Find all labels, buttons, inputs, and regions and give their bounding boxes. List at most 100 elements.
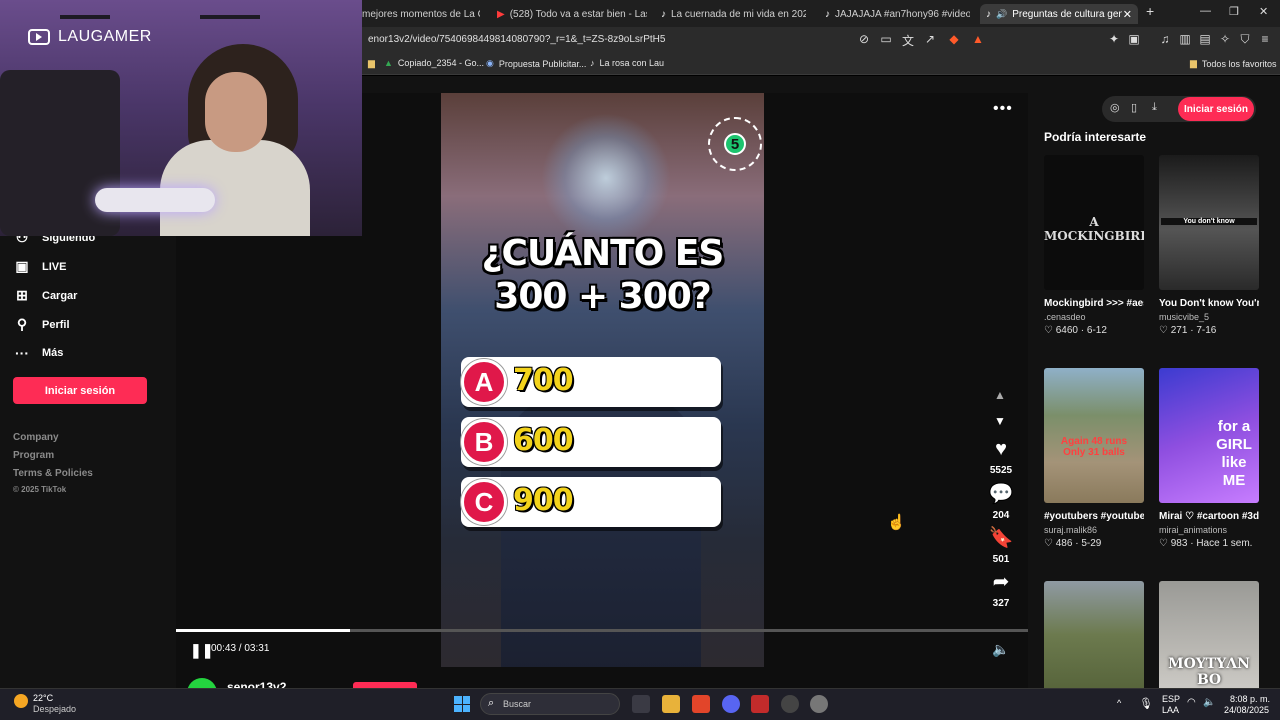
sidebar-item-upload[interactable]: ⊞ Cargar — [14, 287, 77, 304]
card-date: Hace 1 sem. — [1196, 538, 1253, 549]
restore-icon[interactable]: ❐ — [1229, 5, 1239, 18]
task-view-icon[interactable] — [632, 695, 650, 713]
close-icon[interactable]: ✕ — [1123, 8, 1132, 21]
card-stats: ♡ 486 · 5-29 — [1044, 538, 1102, 549]
card-description: Mirai ♡ #cartoon #3d #animeedits... — [1159, 511, 1259, 522]
discord-icon[interactable] — [722, 695, 740, 713]
card-stats: ♡ 271 · 7-16 — [1159, 325, 1217, 336]
recommended-video-card[interactable]: You don't know You Don't know You're Bea… — [1159, 155, 1259, 336]
language-indicator[interactable]: ESP — [1162, 694, 1180, 704]
sidebar-icon[interactable]: ▥ — [1177, 32, 1193, 46]
app-icon[interactable] — [810, 695, 828, 713]
download-icon[interactable]: ⤓ — [1152, 101, 1157, 114]
bookmark-item[interactable]: ♪ La rosa con Lau — [590, 58, 664, 68]
chevron-down-icon[interactable]: ▼ — [994, 414, 1006, 428]
more-options-button[interactable]: ••• — [993, 100, 1013, 118]
option-letter: B — [461, 419, 507, 465]
bookmark-label: La rosa con Lau — [599, 58, 665, 68]
speaker-icon[interactable]: 🔈 — [1203, 697, 1215, 708]
minimize-icon[interactable]: — — [1200, 5, 1211, 17]
browser-tab-active[interactable]: ♪ 🔊 Preguntas de cultura general ✕ — [980, 4, 1138, 24]
cast-icon[interactable]: ▭ — [878, 32, 894, 46]
folder-icon: ▆ — [1190, 58, 1197, 68]
like-button[interactable]: ♥ 5525 — [986, 438, 1016, 478]
sidebar-item-live[interactable]: ▣ LIVE — [14, 258, 66, 275]
footer-link-program[interactable]: Program — [13, 450, 54, 461]
share-count: 327 — [992, 598, 1010, 609]
bookmark-item[interactable]: ◉ Propuesta Publicitar... — [486, 58, 586, 69]
file-explorer-icon[interactable] — [662, 695, 680, 713]
option-letter: C — [461, 479, 507, 525]
pause-button[interactable]: ❚❚ — [190, 642, 213, 659]
top-login-button[interactable]: Iniciar sesión — [1178, 97, 1254, 121]
shelf — [200, 15, 260, 19]
all-bookmarks[interactable]: ▆ Todos los favoritos — [1190, 58, 1276, 69]
sidebar-item-more[interactable]: ··· Más — [14, 345, 63, 361]
url-field[interactable]: enor13v2/video/7540698449814080790?_r=1&… — [368, 34, 665, 45]
microphone-icon[interactable]: 🎙 — [1139, 697, 1153, 710]
chevron-up-icon[interactable]: ^ — [1117, 698, 1121, 708]
brave-shield-icon[interactable]: ◆ — [946, 32, 962, 46]
brave-browser-icon[interactable] — [692, 695, 710, 713]
upload-icon: ⊞ — [16, 287, 28, 303]
share-button[interactable]: ➦ 327 — [986, 571, 1016, 611]
bookmark-icon: 🔖 — [988, 527, 1014, 549]
login-button[interactable]: Iniciar sesión — [13, 377, 147, 404]
card-username: musicvibe_5 — [1159, 312, 1210, 322]
live-icon: ▣ — [15, 258, 29, 274]
video-frame[interactable]: 5 ¿CUÁNTO ES 300 + 300? A 700 B 600 C 90… — [441, 93, 764, 667]
browser-tab[interactable]: ▶ (528) Todo va a estar bien - Las Dom — [497, 4, 647, 24]
bookmark-item[interactable]: ▲ Copiado_2354 - Go... — [384, 58, 484, 68]
media-icon[interactable]: ♫ — [1157, 32, 1173, 46]
share-arrow-icon: ➦ — [992, 571, 1010, 593]
browser-tab[interactable]: mejores momentos de La Cobra — [362, 4, 480, 24]
video-thumbnail: Again 48 runs Only 31 balls — [1044, 368, 1144, 503]
browser-tab[interactable]: ♪ JAJAJAJA #an7hony96 #videoviral # — [825, 4, 970, 24]
question-line-2: 300 + 300? — [494, 276, 711, 317]
wifi-icon[interactable]: ◠ — [1187, 697, 1196, 708]
footer-link-company[interactable]: Company — [13, 432, 59, 443]
compass-icon[interactable]: ◎ — [1110, 101, 1120, 114]
no-eye-icon[interactable]: ⊘ — [856, 32, 872, 46]
card-stats: ♡ 6460 · 6-12 — [1044, 325, 1107, 336]
share-icon[interactable]: ↗ — [922, 32, 938, 46]
comment-button[interactable]: 💬 204 — [986, 483, 1016, 523]
tiktok-icon: ♪ — [590, 58, 595, 68]
browser-tab[interactable]: ♪ La cuernada de mi vida en 2023: risa — [661, 4, 806, 24]
vpn-icon[interactable]: ⛉ — [1237, 32, 1253, 47]
weather-icon[interactable] — [14, 694, 28, 708]
volume-button[interactable]: 🔈 — [992, 641, 1009, 658]
recommended-video-card[interactable]: A MOCKINGBIRD Mockingbird >>> #aesthetic… — [1044, 155, 1144, 336]
windows-start-button[interactable] — [454, 696, 470, 712]
card-stats: ♡ 983 · Hace 1 sem. — [1159, 538, 1253, 549]
footer-link-terms[interactable]: Terms & Policies — [13, 468, 93, 479]
leo-icon[interactable]: ✧ — [1217, 32, 1233, 46]
translate-icon[interactable]: 文 — [900, 32, 916, 49]
save-button[interactable]: 🔖 501 — [986, 527, 1016, 567]
extensions-icon[interactable]: ✦ — [1106, 32, 1122, 46]
recommended-video-card[interactable]: ΜΟΥΤΥΛΝ ΒΟ — [1159, 581, 1259, 688]
sidebar-item-label: Perfil — [42, 318, 70, 331]
new-tab-button[interactable]: + — [1146, 3, 1154, 19]
heart-outline-icon: ♡ — [1159, 325, 1168, 336]
bookmark-folder[interactable]: ▆ — [368, 58, 375, 69]
menu-icon[interactable]: ≡ — [1257, 32, 1273, 46]
heart-outline-icon: ♡ — [1159, 538, 1168, 549]
card-date: 5-29 — [1081, 538, 1102, 549]
wallet-icon[interactable]: ▤ — [1197, 32, 1213, 46]
recommended-video-card[interactable]: Again 48 runs Only 31 balls #youtubers #… — [1044, 368, 1144, 549]
recommended-video-card[interactable] — [1044, 581, 1144, 688]
sidebar-item-profile[interactable]: ⚲ Perfil — [14, 316, 70, 333]
mobile-icon[interactable]: ▯ — [1131, 101, 1137, 114]
taskbar-search[interactable] — [480, 693, 620, 715]
recommended-video-card[interactable]: for a GIRL like ME Mirai ♡ #cartoon #3d … — [1159, 368, 1259, 549]
app-icon[interactable] — [751, 695, 769, 713]
close-window-icon[interactable]: ✕ — [1259, 5, 1268, 18]
chevron-up-icon[interactable]: ▲ — [994, 388, 1006, 402]
tab-label: mejores momentos de La Cobra — [362, 8, 480, 20]
brave-rewards-icon[interactable]: ▲ — [970, 32, 986, 46]
screenshot-icon[interactable]: ▣ — [1126, 32, 1142, 46]
clock-time[interactable]: 8:08 p. m. — [1230, 694, 1270, 704]
thumbnail-text: Again 48 runs Only 31 balls — [1060, 436, 1128, 458]
obs-icon[interactable] — [781, 695, 799, 713]
